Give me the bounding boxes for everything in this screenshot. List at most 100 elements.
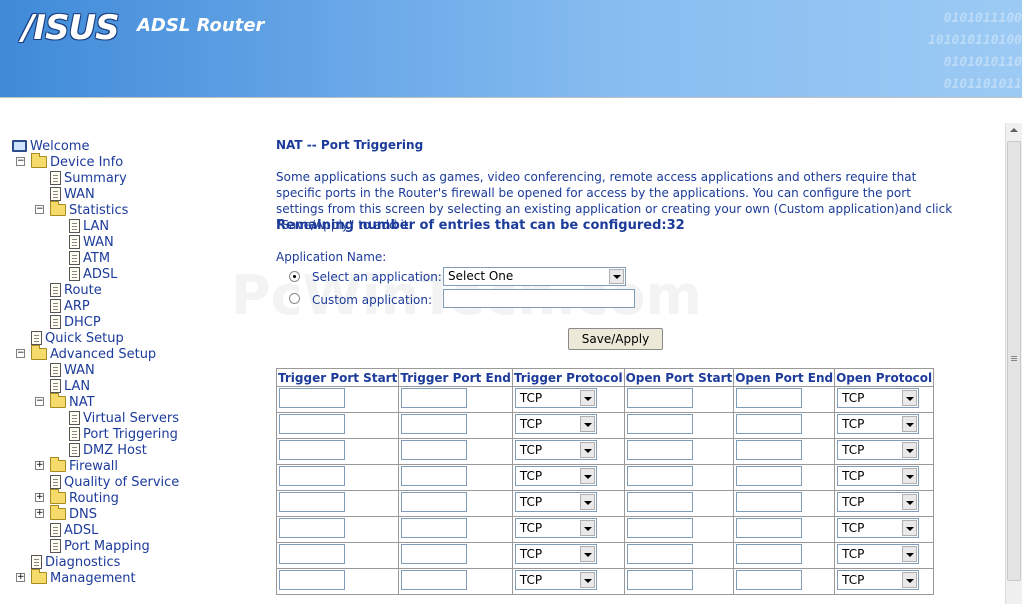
trigger-port-end-input[interactable] [401, 570, 468, 590]
expand-toggle[interactable]: + [35, 509, 44, 518]
custom-application-input[interactable] [443, 289, 635, 308]
trigger-port-start-input[interactable] [279, 518, 345, 538]
open-port-start-input[interactable] [626, 570, 693, 590]
open-port-start-input[interactable] [626, 414, 693, 434]
tree-item[interactable]: LAN [50, 378, 90, 394]
trigger-port-end-input[interactable] [401, 492, 468, 512]
open-port-end-input[interactable] [736, 570, 803, 590]
table-cell [623, 516, 735, 543]
collapse-toggle[interactable]: − [16, 157, 25, 166]
trigger-port-start-input[interactable] [279, 570, 345, 590]
open-port-end-input[interactable] [736, 518, 803, 538]
trigger-port-end-input[interactable] [401, 440, 468, 460]
open-protocol-select[interactable]: TCP [837, 492, 920, 512]
tree-item[interactable]: Advanced Setup [31, 345, 156, 362]
document-icon [31, 331, 42, 345]
tree-item[interactable]: Port Triggering [69, 426, 178, 442]
trigger-port-end-input[interactable] [401, 388, 468, 408]
trigger-port-start-input[interactable] [279, 440, 345, 460]
trigger-protocol-select[interactable]: TCP [514, 570, 597, 590]
open-protocol-select[interactable]: TCP [837, 570, 920, 590]
open-port-start-input[interactable] [626, 518, 693, 538]
tree-item[interactable]: Virtual Servers [69, 410, 179, 426]
tree-item[interactable]: WAN [50, 186, 95, 202]
open-protocol-select[interactable]: TCP [837, 518, 920, 538]
table-cell: TCP [511, 386, 625, 413]
trigger-protocol-select[interactable]: TCP [514, 518, 597, 538]
tree-item[interactable]: ATM [69, 250, 110, 266]
tree-item[interactable]: DHCP [50, 314, 101, 330]
scrollbar-thumb[interactable] [1007, 141, 1021, 581]
trigger-port-start-input[interactable] [279, 388, 345, 408]
open-port-start-input[interactable] [626, 492, 693, 512]
tree-item[interactable]: Quality of Service [50, 474, 179, 490]
select-application-radio[interactable] [289, 271, 300, 282]
tree-item[interactable]: ADSL [69, 266, 117, 282]
trigger-port-end-input[interactable] [401, 518, 468, 538]
collapse-toggle[interactable]: − [35, 397, 44, 406]
collapse-toggle[interactable]: − [16, 349, 25, 358]
tree-item[interactable]: WAN [69, 234, 114, 250]
tree-item[interactable]: DNS [50, 505, 97, 522]
trigger-port-start-input[interactable] [279, 466, 345, 486]
open-port-start-input[interactable] [626, 466, 693, 486]
trigger-protocol-select[interactable]: TCP [514, 492, 597, 512]
open-port-end-input[interactable] [736, 440, 803, 460]
trigger-protocol-select[interactable]: TCP [514, 440, 597, 460]
tree-item[interactable]: WAN [50, 362, 95, 378]
trigger-port-end-input[interactable] [401, 414, 468, 434]
open-protocol-select[interactable]: TCP [837, 466, 920, 486]
open-port-start-input[interactable] [626, 388, 693, 408]
open-protocol-select[interactable]: TCP [837, 544, 920, 564]
open-port-end-input[interactable] [736, 466, 803, 486]
tree-item[interactable]: Device Info [31, 153, 123, 170]
tree-item[interactable]: Summary [50, 170, 127, 186]
expand-toggle[interactable]: + [35, 461, 44, 470]
custom-application-radio[interactable] [289, 293, 300, 304]
document-icon [50, 539, 61, 553]
tree-item[interactable]: Welcome [12, 138, 89, 154]
collapse-toggle[interactable]: − [35, 205, 44, 214]
expand-toggle[interactable]: + [16, 573, 25, 582]
table-cell [733, 568, 836, 595]
trigger-port-end-input[interactable] [401, 466, 468, 486]
tree-item[interactable]: Route [50, 282, 102, 298]
tree-item[interactable]: Statistics [50, 201, 128, 218]
trigger-protocol-select[interactable]: TCP [514, 544, 597, 564]
open-port-end-input[interactable] [736, 544, 803, 564]
tree-item[interactable]: NAT [50, 393, 95, 410]
save-apply-button[interactable]: Save/Apply [568, 328, 663, 350]
tree-item[interactable]: DMZ Host [69, 442, 147, 458]
open-port-end-input[interactable] [736, 492, 803, 512]
trigger-protocol-select[interactable]: TCP [514, 388, 597, 408]
scroll-up-button[interactable] [1006, 123, 1022, 139]
tree-item[interactable]: Management [31, 569, 136, 586]
tree-item-label: DNS [69, 506, 97, 522]
open-port-start-input[interactable] [626, 544, 693, 564]
tree-item-label: LAN [64, 378, 91, 394]
trigger-protocol-select[interactable]: TCP [514, 414, 597, 434]
trigger-port-end-input[interactable] [401, 544, 468, 564]
tree-item[interactable]: Quick Setup [31, 330, 124, 346]
document-icon [50, 315, 61, 329]
tree-item[interactable]: Firewall [50, 457, 118, 474]
tree-item[interactable]: Diagnostics [31, 554, 120, 570]
open-port-end-input[interactable] [736, 414, 803, 434]
vertical-scrollbar[interactable] [1005, 123, 1022, 604]
trigger-port-start-input[interactable] [279, 414, 345, 434]
tree-item[interactable]: Routing [50, 489, 119, 506]
tree-item[interactable]: ADSL [50, 522, 98, 538]
application-select[interactable]: Select One [443, 267, 626, 286]
tree-item[interactable]: ARP [50, 298, 90, 314]
open-protocol-select[interactable]: TCP [837, 388, 920, 408]
open-port-end-input[interactable] [736, 388, 803, 408]
tree-item[interactable]: LAN [69, 218, 109, 234]
trigger-protocol-select[interactable]: TCP [514, 466, 597, 486]
trigger-port-start-input[interactable] [279, 544, 345, 564]
trigger-port-start-input[interactable] [279, 492, 345, 512]
open-protocol-select[interactable]: TCP [837, 440, 920, 460]
open-protocol-select[interactable]: TCP [837, 414, 920, 434]
open-port-start-input[interactable] [626, 440, 693, 460]
expand-toggle[interactable]: + [35, 493, 44, 502]
tree-item[interactable]: Port Mapping [50, 538, 150, 554]
